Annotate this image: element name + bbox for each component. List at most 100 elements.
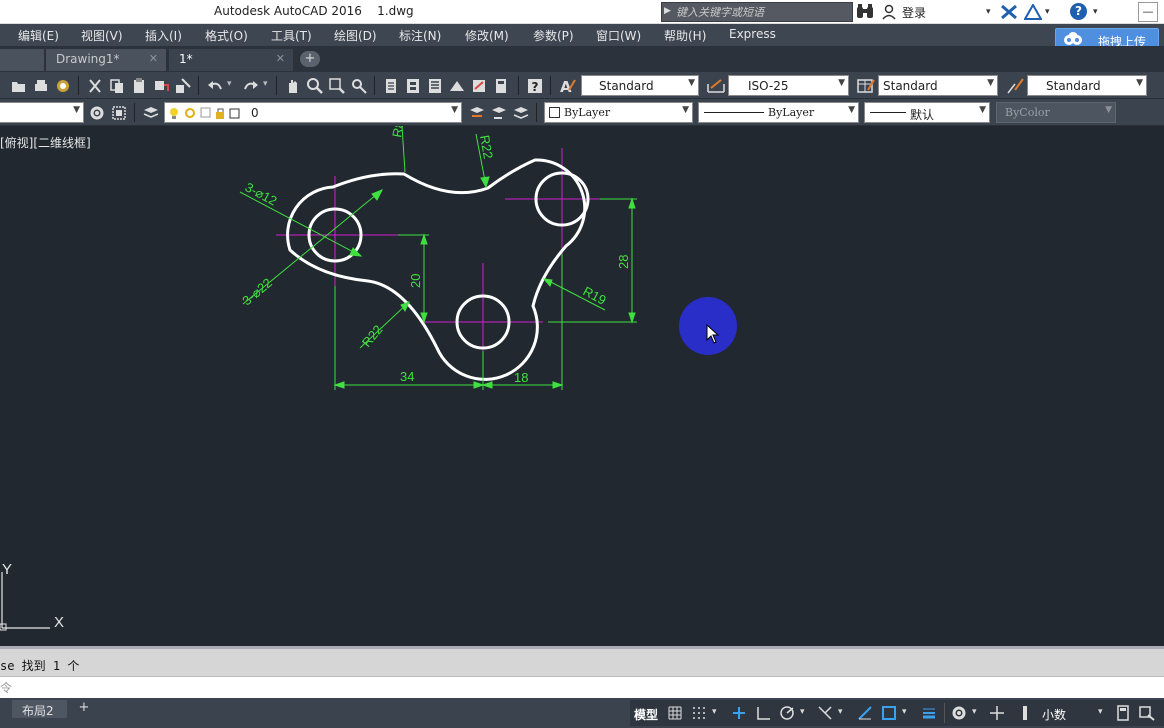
text-style-icon[interactable]: A: [557, 76, 577, 96]
tab-start[interactable]: [0, 49, 44, 71]
login-dropdown-icon[interactable]: ▾: [986, 3, 991, 21]
layer-properties-icon[interactable]: [142, 104, 160, 122]
polar-icon[interactable]: [778, 704, 796, 722]
help-icon[interactable]: ?: [1070, 3, 1087, 20]
plus-icon[interactable]: [988, 704, 1006, 722]
sheet-set-icon[interactable]: [448, 77, 466, 95]
command-input[interactable]: [0, 679, 600, 697]
command-line[interactable]: [0, 676, 1164, 698]
new-tab-button[interactable]: +: [300, 51, 320, 67]
search-expand-icon[interactable]: ▶: [664, 6, 671, 16]
menu-modify[interactable]: 修改(M): [465, 27, 509, 44]
menu-insert[interactable]: 插入(I): [145, 27, 182, 44]
match-properties-icon[interactable]: [152, 77, 170, 95]
layer-select[interactable]: 0 ▼: [164, 102, 462, 123]
a360-dropdown-icon[interactable]: ▾: [1045, 3, 1050, 21]
multileader-style-select[interactable]: Standard ▼: [1027, 75, 1147, 96]
properties-icon[interactable]: [382, 77, 400, 95]
isodraft-icon[interactable]: [816, 704, 834, 722]
color-select[interactable]: ByLayer ▼: [544, 102, 693, 123]
zoom-window-icon[interactable]: [328, 77, 346, 95]
exchange-x-icon[interactable]: [1000, 3, 1018, 21]
menu-view[interactable]: 视图(V): [81, 27, 123, 44]
annotation-dropdown-icon[interactable]: ▾: [972, 707, 977, 717]
tool-palettes-icon[interactable]: [426, 77, 444, 95]
dim-style-select[interactable]: ISO-25 ▼: [728, 75, 849, 96]
gear-icon[interactable]: [88, 104, 106, 122]
layer-previous-icon[interactable]: [490, 104, 508, 122]
customize-icon[interactable]: [1138, 704, 1156, 722]
quick-calc-icon[interactable]: [1114, 704, 1132, 722]
binoculars-icon[interactable]: [856, 3, 874, 21]
add-layout-button[interactable]: +: [76, 701, 92, 715]
help-toolbar-icon[interactable]: ?: [526, 77, 544, 95]
lineweight-toggle-icon[interactable]: [920, 704, 938, 722]
zoom-realtime-icon[interactable]: [306, 77, 324, 95]
zoom-previous-icon[interactable]: [350, 77, 368, 95]
undo-icon[interactable]: [206, 77, 224, 95]
close-icon[interactable]: ✕: [149, 52, 158, 65]
calculator-icon[interactable]: [492, 77, 510, 95]
text-style-select[interactable]: Standard ▼: [581, 75, 699, 96]
workspace-settings-icon[interactable]: [110, 104, 128, 122]
osnap-dropdown-icon[interactable]: ▾: [902, 707, 907, 717]
units-select[interactable]: 小数: [1042, 706, 1066, 723]
autodesk-a360-icon[interactable]: [1024, 3, 1042, 21]
menu-draw[interactable]: 绘图(D): [334, 27, 377, 44]
plot-preview-icon[interactable]: [54, 77, 72, 95]
menu-parametric[interactable]: 参数(P): [533, 27, 574, 44]
object-snap-icon[interactable]: [880, 704, 898, 722]
copy-icon[interactable]: [108, 77, 126, 95]
menu-window[interactable]: 窗口(W): [596, 27, 641, 44]
annotation-settings-icon[interactable]: [950, 704, 968, 722]
close-icon[interactable]: ✕: [276, 52, 285, 65]
menu-express[interactable]: Express: [729, 27, 776, 41]
units-dropdown-icon[interactable]: ▾: [1098, 707, 1103, 717]
menu-help[interactable]: 帮助(H): [664, 27, 706, 44]
multileader-style-icon[interactable]: [1005, 76, 1025, 96]
block-editor-icon[interactable]: [174, 77, 192, 95]
menu-dimension[interactable]: 标注(N): [399, 27, 441, 44]
lineweight-select[interactable]: 默认 ▼: [864, 102, 990, 123]
print-icon[interactable]: [32, 77, 50, 95]
cut-icon[interactable]: [86, 77, 104, 95]
open-icon[interactable]: [10, 77, 28, 95]
layer-states-icon[interactable]: [512, 104, 530, 122]
quick-properties-icon[interactable]: [1016, 704, 1034, 722]
search-input[interactable]: [676, 4, 846, 20]
dim-style-icon[interactable]: [706, 76, 726, 96]
layout-tab[interactable]: 布局2: [12, 700, 67, 718]
model-space-button[interactable]: 模型: [634, 706, 658, 723]
tab-drawing1[interactable]: Drawing1* ✕: [46, 49, 166, 71]
osnap-tracking-icon[interactable]: [856, 704, 874, 722]
markup-icon[interactable]: [470, 77, 488, 95]
grid-icon[interactable]: [666, 704, 684, 722]
menu-format[interactable]: 格式(O): [205, 27, 248, 44]
search-box[interactable]: ▶: [661, 2, 853, 22]
paste-icon[interactable]: [130, 77, 148, 95]
infer-constraints-icon[interactable]: [730, 704, 748, 722]
table-style-icon[interactable]: [856, 76, 876, 96]
menu-tools[interactable]: 工具(T): [271, 27, 312, 44]
menu-edit[interactable]: 编辑(E): [18, 27, 59, 44]
user-icon[interactable]: [881, 3, 897, 21]
isodraft-dropdown-icon[interactable]: ▾: [838, 707, 843, 717]
snap-dropdown-icon[interactable]: ▾: [712, 707, 717, 717]
polar-dropdown-icon[interactable]: ▾: [800, 707, 805, 717]
ortho-icon[interactable]: [754, 704, 772, 722]
tab-1[interactable]: 1* ✕: [169, 49, 293, 71]
table-style-select[interactable]: Standard ▼: [878, 75, 998, 96]
redo-icon[interactable]: [242, 77, 260, 95]
make-current-icon[interactable]: [468, 104, 486, 122]
help-dropdown-icon[interactable]: ▾: [1093, 3, 1098, 21]
snap-icon[interactable]: [690, 704, 708, 722]
undo-dropdown-icon[interactable]: ▾: [227, 79, 232, 89]
drawing-area[interactable]: [俯视][二维线框] 3-⌀12 3-⌀22 R8 R22 R19 R22 20…: [0, 126, 1164, 646]
pan-icon[interactable]: [284, 77, 302, 95]
redo-dropdown-icon[interactable]: ▾: [263, 79, 268, 89]
design-center-icon[interactable]: [404, 77, 422, 95]
workspace-select[interactable]: ▼: [0, 102, 84, 123]
minimize-button[interactable]: —: [1138, 2, 1158, 22]
linetype-select[interactable]: ByLayer ▼: [698, 102, 859, 123]
login-label[interactable]: 登录: [902, 4, 926, 21]
